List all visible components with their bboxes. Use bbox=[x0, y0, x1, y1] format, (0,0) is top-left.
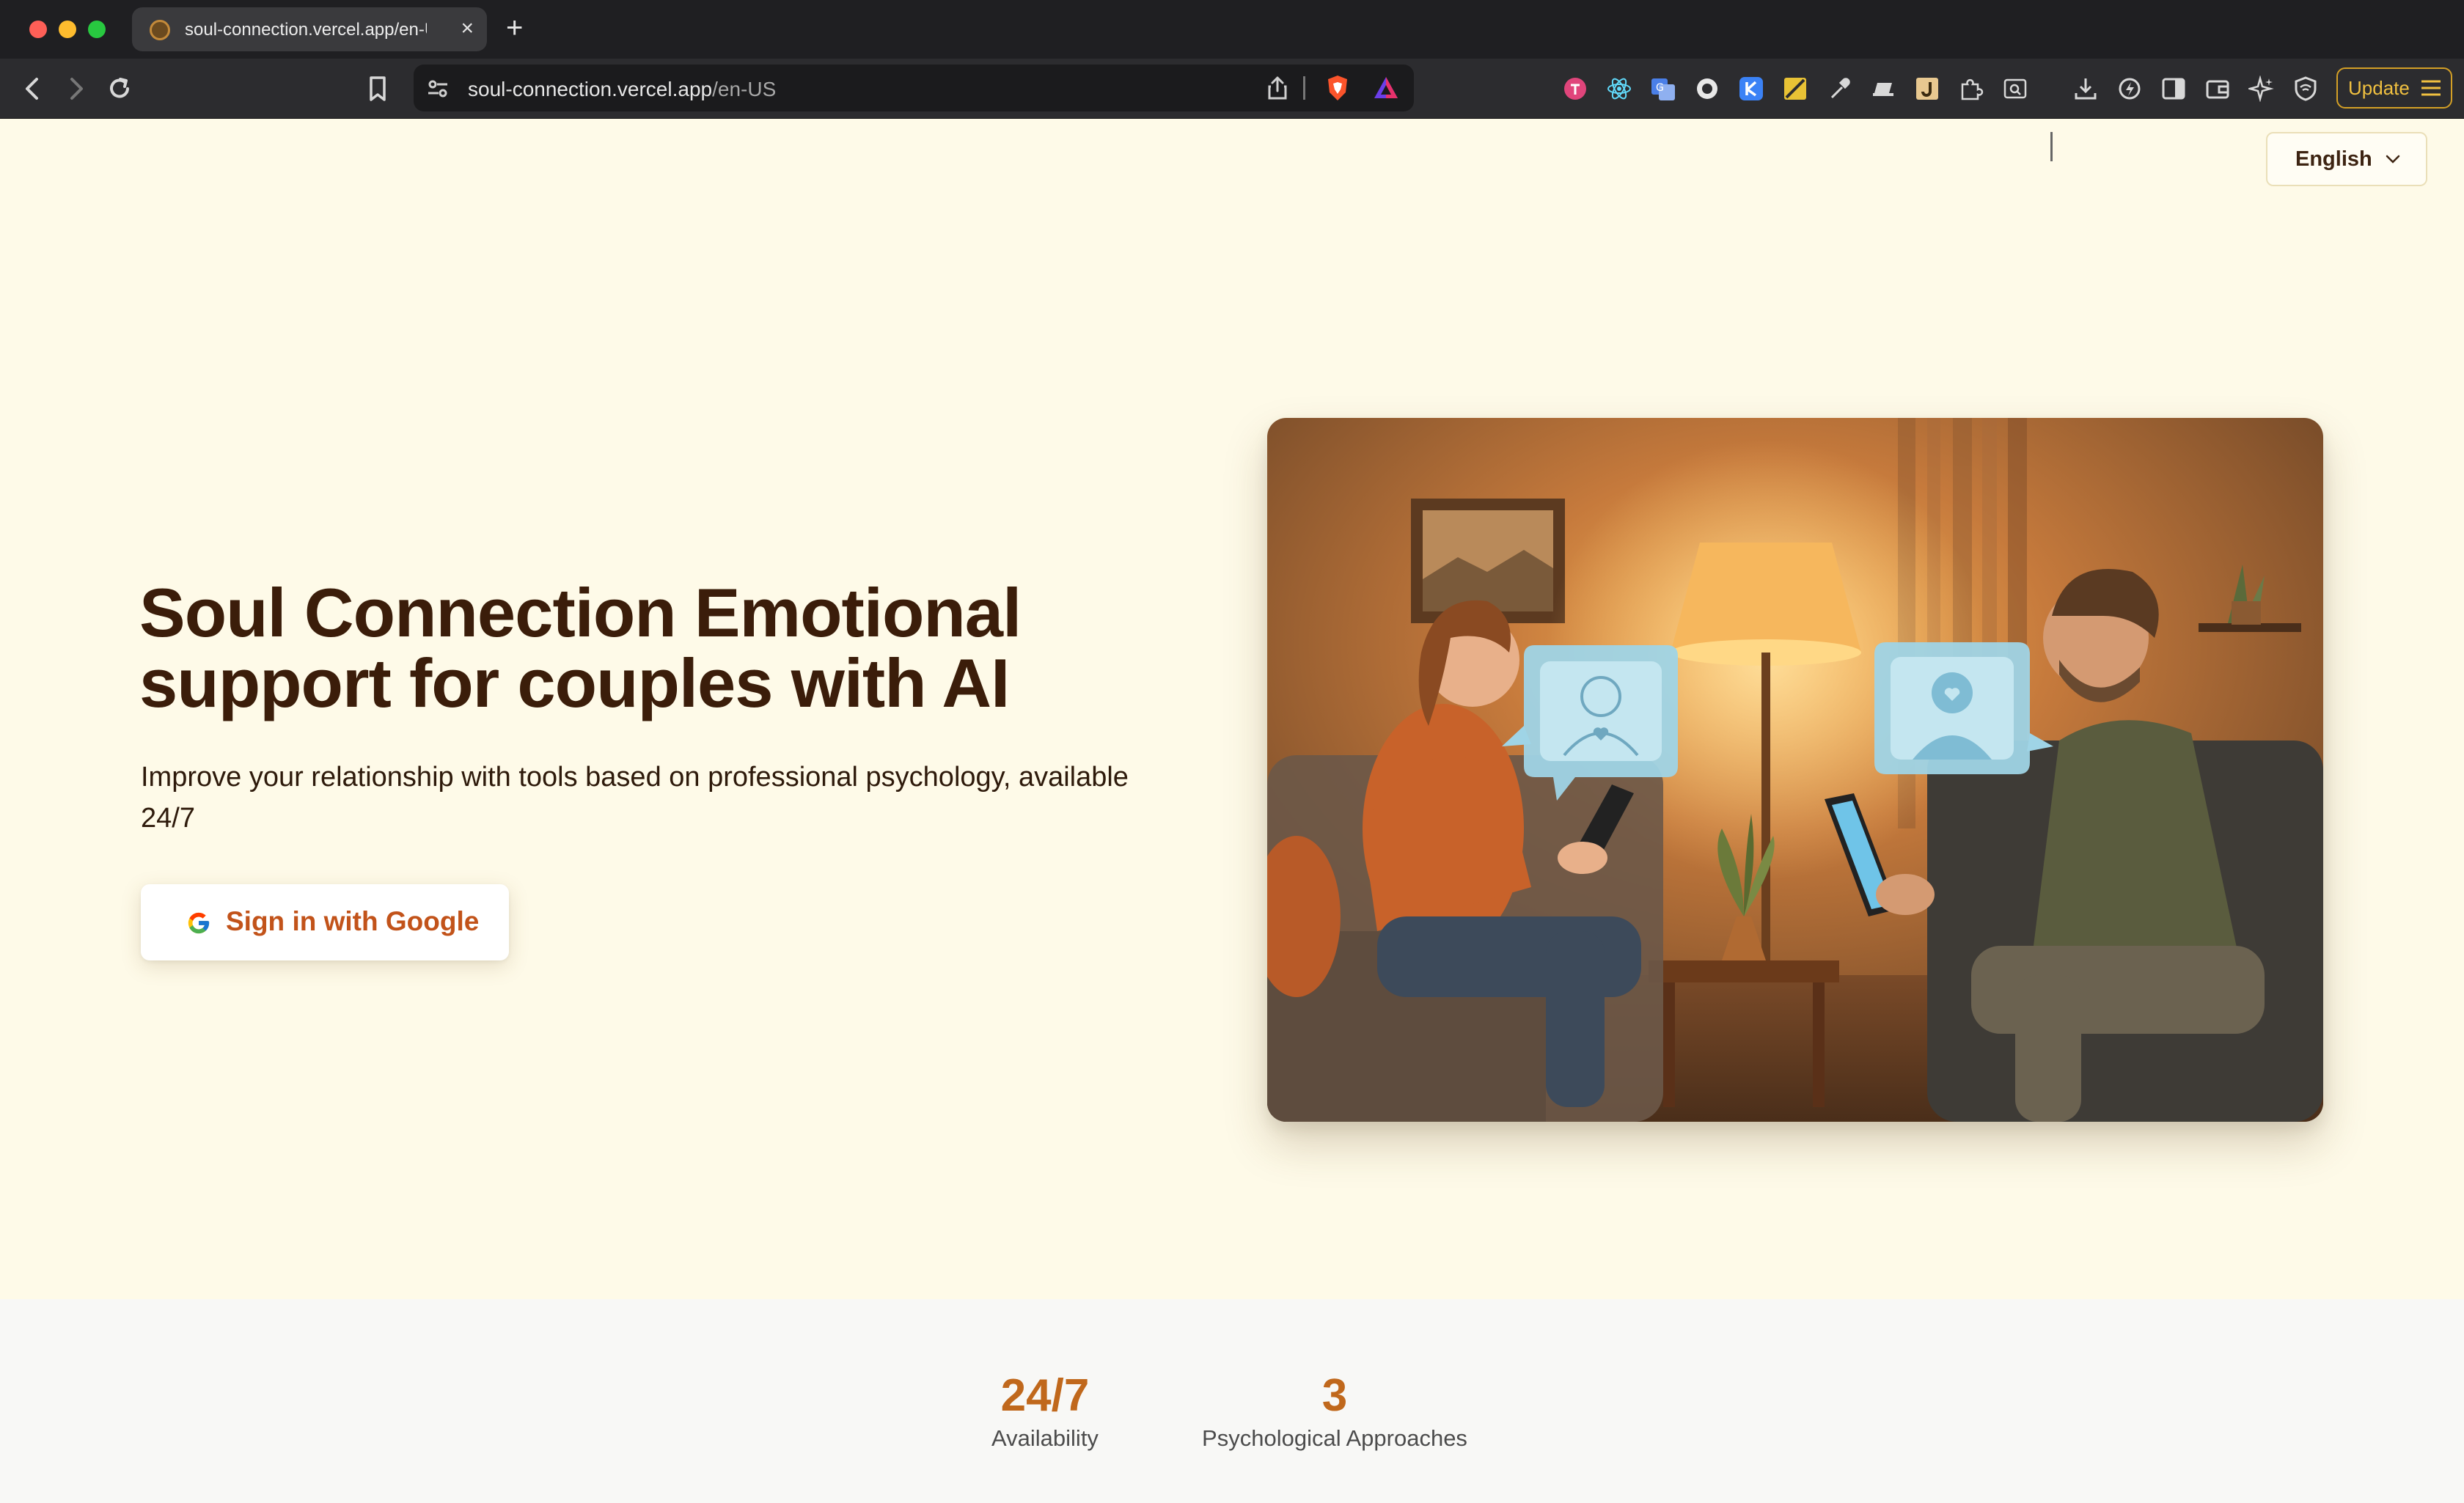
hero-title: Soul Connection Emotional support for co… bbox=[139, 574, 1022, 721]
tab-close-button[interactable]: × bbox=[461, 16, 474, 41]
ext-circle-icon[interactable] bbox=[1694, 76, 1720, 102]
back-icon bbox=[26, 78, 38, 100]
zoom-window-button[interactable] bbox=[88, 21, 106, 38]
update-label: Update bbox=[2348, 77, 2410, 99]
toolbar-divider bbox=[2050, 132, 2053, 161]
google-icon bbox=[188, 912, 210, 934]
ext-puzzle-icon[interactable] bbox=[1958, 76, 1984, 102]
ext-eyedropper-icon[interactable] bbox=[1826, 76, 1852, 102]
brave-shields-icon[interactable] bbox=[1323, 73, 1352, 103]
ext-yellow-icon[interactable] bbox=[1782, 76, 1808, 102]
stat-label-approaches: Psychological Approaches bbox=[1202, 1425, 1467, 1451]
svg-text:G: G bbox=[1656, 82, 1664, 94]
ext-j-icon[interactable] bbox=[1914, 76, 1940, 102]
sign-in-google-label: Sign in with Google bbox=[226, 906, 480, 936]
sign-in-google-button[interactable]: Sign in with Google bbox=[141, 884, 509, 960]
vpn-icon[interactable] bbox=[2292, 76, 2319, 102]
hero-subtitle: Improve your relationship with tools bas… bbox=[141, 762, 1129, 834]
close-window-button[interactable] bbox=[29, 21, 47, 38]
stat-value-availability: 24/7 bbox=[1000, 1370, 1090, 1421]
stat-value-approaches: 3 bbox=[1321, 1370, 1348, 1421]
forward-button[interactable] bbox=[57, 70, 94, 107]
reload-icon bbox=[110, 78, 129, 98]
ext-k-icon[interactable] bbox=[1738, 76, 1764, 102]
ext-react-icon[interactable] bbox=[1606, 76, 1632, 102]
browser-tab[interactable]: soul-connection.vercel.app/en-US × bbox=[132, 7, 487, 51]
reload-button[interactable] bbox=[101, 70, 138, 107]
update-button[interactable]: Update bbox=[2336, 67, 2452, 109]
tab-title: soul-connection.vercel.app/en-US bbox=[185, 20, 427, 40]
hero-illustration bbox=[1267, 418, 2323, 1122]
url-text: soul-connection.vercel.app/en-US bbox=[468, 78, 776, 101]
address-bar[interactable]: soul-connection.vercel.app/en-US bbox=[414, 65, 1414, 111]
url-domain: soul-connection.vercel.app bbox=[468, 78, 713, 100]
chevron-down-icon bbox=[2386, 155, 2400, 163]
ext-screen-icon[interactable] bbox=[1870, 76, 1896, 102]
brave-rewards-icon[interactable] bbox=[1371, 73, 1401, 103]
url-path: /en-US bbox=[712, 78, 777, 100]
download-icon[interactable] bbox=[2072, 76, 2099, 102]
menu-icon bbox=[2421, 80, 2441, 96]
browser-titlebar: soul-connection.vercel.app/en-US × + bbox=[0, 0, 2464, 59]
back-button[interactable] bbox=[15, 70, 51, 107]
ext-translate-icon[interactable]: G bbox=[1650, 76, 1676, 102]
share-icon[interactable] bbox=[1264, 75, 1291, 101]
ext-pink-icon[interactable] bbox=[1562, 76, 1588, 102]
ext-search-icon[interactable] bbox=[2002, 76, 2028, 102]
man-chat-bubble-icon bbox=[1874, 642, 2053, 774]
language-label: English bbox=[2295, 147, 2372, 171]
language-selector[interactable]: English bbox=[2266, 132, 2427, 186]
favicon-icon bbox=[150, 20, 170, 40]
new-tab-button[interactable]: + bbox=[506, 12, 523, 44]
wallet-icon[interactable] bbox=[2204, 76, 2231, 102]
sidebar-icon[interactable] bbox=[2160, 76, 2187, 102]
forward-icon bbox=[70, 78, 83, 100]
site-settings-icon[interactable] bbox=[425, 76, 450, 101]
leo-ai-icon[interactable] bbox=[2246, 75, 2275, 103]
stats-section: 24/7 Availability 3 Psychological Approa… bbox=[0, 1299, 2464, 1503]
leo-history-icon[interactable] bbox=[2116, 76, 2143, 102]
bookmark-icon[interactable] bbox=[362, 73, 393, 104]
stat-label-availability: Availability bbox=[991, 1425, 1099, 1451]
omnibox-divider bbox=[1303, 76, 1305, 100]
minimize-window-button[interactable] bbox=[59, 21, 76, 38]
